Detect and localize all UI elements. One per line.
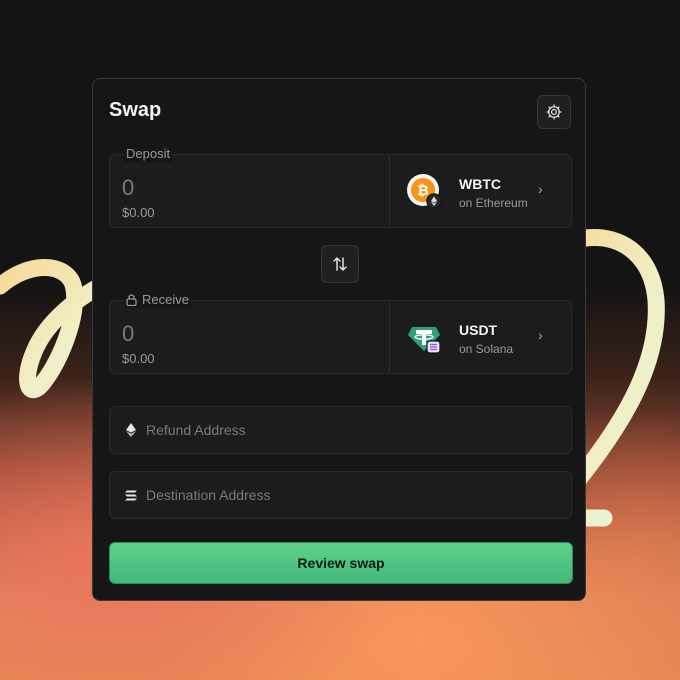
gear-icon — [546, 104, 562, 120]
destination-address-input[interactable] — [146, 487, 546, 503]
settings-button[interactable] — [537, 95, 571, 129]
receive-token-chain: on Solana — [459, 342, 514, 356]
deposit-token-chain: on Ethereum — [459, 196, 528, 210]
swap-panel: Swap Deposit 0 $0.00 ₿ WBTC on Ethereum … — [92, 78, 586, 601]
receive-token-symbol: USDT — [459, 322, 498, 338]
refund-address-field[interactable] — [109, 406, 572, 454]
svg-text:₿: ₿ — [417, 182, 428, 198]
chevron-right-icon: › — [538, 181, 543, 197]
wbtc-token-icon: ₿ — [407, 174, 442, 209]
deposit-amount-input[interactable]: 0 $0.00 — [110, 155, 389, 227]
receive-token-selector[interactable]: USDT on Solana › — [390, 301, 571, 373]
deposit-amount: 0 — [122, 175, 135, 200]
receive-amount-display: 0 $0.00 — [110, 301, 389, 373]
review-swap-button[interactable]: Review swap — [109, 542, 573, 584]
chevron-right-icon: › — [538, 327, 543, 343]
deposit-row: Deposit 0 $0.00 ₿ WBTC on Ethereum › — [109, 146, 572, 228]
receive-row: Receive 0 $0.00 USDT on Solana › — [109, 292, 572, 374]
receive-usd-value: $0.00 — [122, 351, 155, 366]
receive-amount: 0 — [122, 321, 135, 346]
refund-address-input[interactable] — [146, 422, 546, 438]
swap-vertical-arrows-icon — [333, 257, 347, 271]
deposit-usd-value: $0.00 — [122, 205, 155, 220]
deposit-token-selector[interactable]: ₿ WBTC on Ethereum › — [390, 155, 571, 227]
ethereum-icon — [124, 423, 138, 437]
flip-direction-button[interactable] — [321, 245, 359, 283]
solana-icon — [124, 488, 138, 502]
usdt-token-icon — [408, 327, 441, 354]
swap-title: Swap — [109, 99, 162, 121]
deposit-token-symbol: WBTC — [459, 176, 501, 192]
destination-address-field[interactable] — [109, 471, 572, 519]
